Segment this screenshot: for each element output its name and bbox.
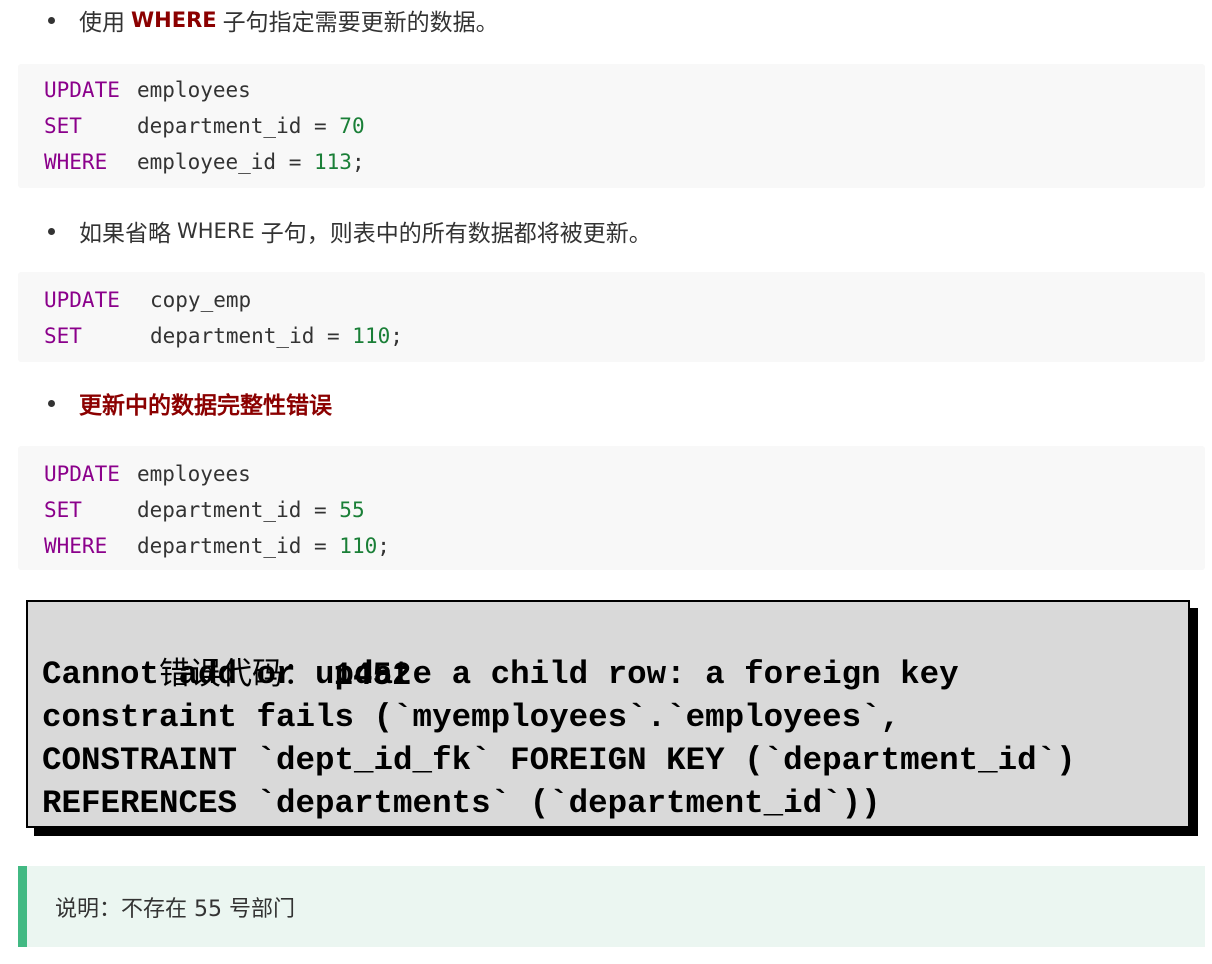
code-block-update-copy-emp: UPDATE copy_emp SET department_id = 110; — [18, 272, 1205, 362]
bullet-text-pre: 使用 — [79, 10, 125, 36]
sql-text: employees — [137, 462, 251, 486]
sql-keyword: UPDATE — [44, 78, 120, 102]
sql-number: 70 — [339, 114, 365, 138]
sql-text: department_id = — [150, 324, 353, 348]
code-block-update-invalid-dept: UPDATE employees SET department_id = 55 WH… — [18, 446, 1205, 570]
sql-text: employees — [137, 78, 251, 102]
note-callout: 说明：不存在 55 号部门 — [18, 866, 1205, 947]
sql-text: employee_id = — [137, 150, 315, 174]
sql-terminator: ; — [351, 150, 365, 174]
sql-keyword: SET — [44, 114, 82, 138]
bullet-dot — [48, 399, 55, 407]
sql-number: 113 — [314, 150, 352, 174]
heading-text: 更新中的数据完整性错误 — [79, 393, 332, 419]
bullet-dot — [48, 16, 55, 24]
bullet-dot — [48, 227, 55, 235]
sql-number: 110 — [352, 324, 391, 348]
code-line: SET department_id = 70 — [44, 108, 1205, 144]
document-page: 使用 WHERE 子句指定需要更新的数据。 UPDATE employees SE… — [0, 0, 1212, 964]
sql-text: department_id = — [137, 534, 340, 558]
sql-terminator: ; — [390, 324, 403, 348]
code-line: SET department_id = 55 — [44, 492, 1205, 528]
error-text-line: REFERENCES `departments` (`department_id… — [42, 785, 881, 822]
error-text-line: Cannot add or update a child row: a fore… — [42, 656, 959, 693]
sql-keyword: UPDATE — [44, 462, 120, 486]
sql-keyword: UPDATE — [44, 288, 120, 312]
keyword-where: WHERE — [177, 219, 255, 243]
code-line: UPDATE employees — [44, 456, 1205, 492]
error-code-line: 错误代码： 1452 — [42, 610, 1188, 694]
bullet-text-pre: 如果省略 — [79, 221, 171, 247]
sql-keyword: SET — [44, 498, 82, 522]
sql-keyword: SET — [44, 324, 82, 348]
sql-keyword: WHERE — [44, 150, 108, 174]
error-text-line: CONSTRAINT `dept_id_fk` FOREIGN KEY (`de… — [42, 742, 1076, 779]
bullet-text-post: 子句，则表中的所有数据都将被更新。 — [260, 221, 652, 247]
code-line: SET department_id = 110; — [44, 318, 1205, 354]
bullet-where-usage: 使用 WHERE 子句指定需要更新的数据。 — [48, 3, 499, 37]
sql-keyword: WHERE — [44, 534, 108, 558]
keyword-where: WHERE — [131, 8, 217, 32]
sql-text: department_id = — [137, 114, 340, 138]
bullet-text-post: 子句指定需要更新的数据。 — [222, 10, 499, 36]
code-line: UPDATE copy_emp — [44, 282, 1205, 318]
sql-text: copy_emp — [150, 288, 252, 312]
note-text: 说明：不存在 55 号部门 — [55, 896, 295, 922]
bullet-omit-where: 如果省略 WHERE 子句，则表中的所有数据都将被更新。 — [48, 214, 652, 248]
code-block-update-employees: UPDATE employees SET department_id = 70 WH… — [18, 64, 1205, 188]
code-line: WHERE employee_id = 113; — [44, 144, 1205, 180]
error-message-box: 错误代码： 1452 Cannot add or update a child … — [26, 600, 1190, 828]
sql-number: 110 — [339, 534, 378, 558]
error-text-line: constraint fails (`myemployees`.`employe… — [42, 699, 901, 736]
code-line: WHERE department_id = 110; — [44, 528, 1205, 564]
heading-integrity-error: 更新中的数据完整性错误 — [48, 386, 332, 420]
code-line: UPDATE employees — [44, 72, 1205, 108]
sql-terminator: ; — [377, 534, 390, 558]
sql-text: department_id = — [137, 498, 340, 522]
sql-number: 55 — [339, 498, 365, 522]
